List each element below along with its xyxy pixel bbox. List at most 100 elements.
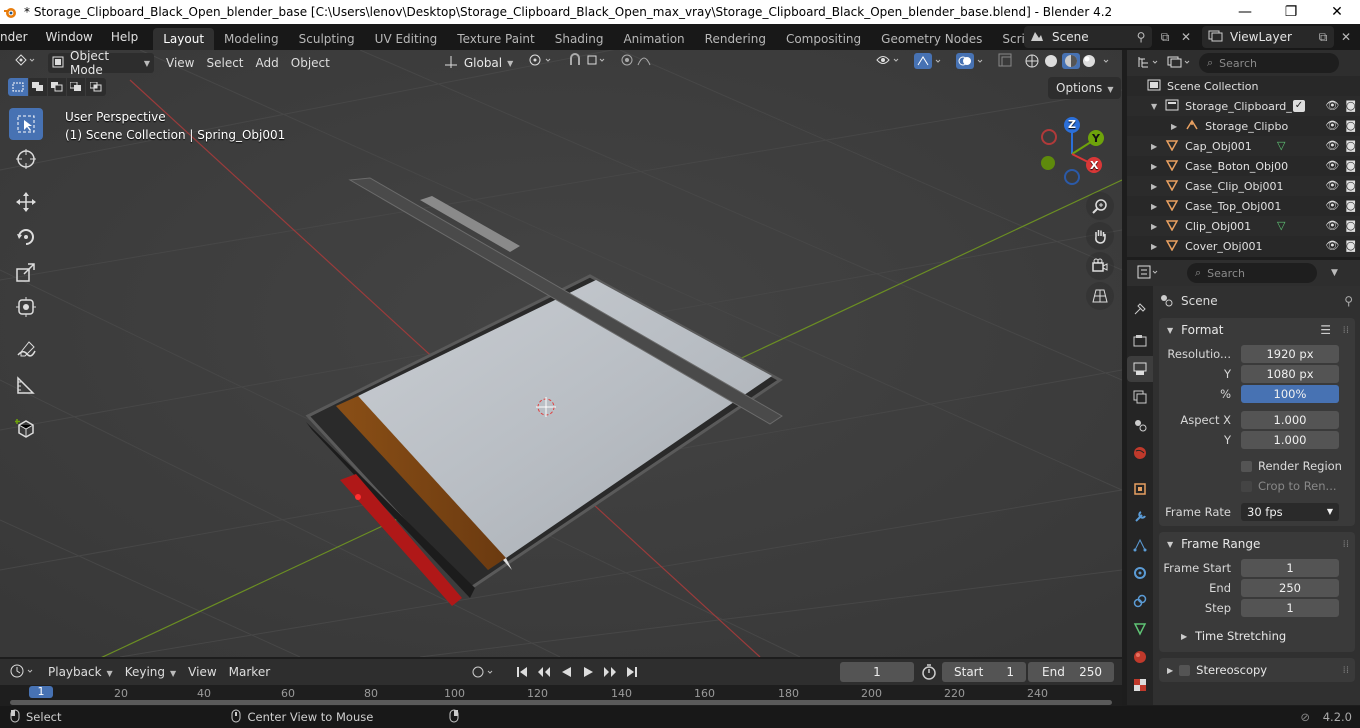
overlays-toggle-icon[interactable] — [950, 53, 992, 73]
timeline-menu-keying[interactable]: Keying ▼ — [119, 662, 182, 682]
pin-scene-icon[interactable]: ⚲ — [1131, 27, 1151, 47]
time-stretching-subpanel[interactable]: ▶ Time Stretching — [1159, 624, 1355, 648]
frame-step-field[interactable]: 1 — [1241, 599, 1339, 617]
timeline-scrollbar[interactable] — [10, 700, 1112, 705]
transform-orientation-dropdown[interactable]: Global ▼ — [440, 53, 516, 73]
render-region-checkbox[interactable] — [1241, 460, 1252, 472]
rotate-tool[interactable] — [9, 221, 43, 253]
chevron-right-icon[interactable]: ▶ — [1151, 182, 1157, 191]
eye-icon[interactable]: 👁 — [1325, 219, 1339, 232]
resolution-y-field[interactable]: 1080 px — [1241, 365, 1339, 383]
tab-uv-editing[interactable]: UV Editing — [365, 28, 448, 50]
chevron-down-icon[interactable]: ▼ — [1151, 102, 1157, 111]
list-item[interactable]: ▶ Cover_Obj001 👁 ◙ — [1127, 236, 1360, 256]
drag-handle-icon[interactable]: ⁞⁞ — [1343, 325, 1349, 336]
select-subtract-icon[interactable] — [48, 78, 66, 96]
camera-icon[interactable]: ◙ — [1345, 139, 1356, 152]
visibility-icon[interactable] — [870, 53, 908, 73]
camera-icon[interactable]: ◙ — [1345, 99, 1356, 112]
menu-blender[interactable]: nder — [0, 26, 37, 48]
include-checkbox-icon[interactable]: ✓ — [1293, 100, 1305, 112]
chevron-right-icon[interactable]: ▶ — [1151, 202, 1157, 211]
maximize-button[interactable]: ❐ — [1268, 0, 1314, 24]
tool-tab-icon[interactable] — [1127, 296, 1153, 322]
auto-keying-icon[interactable] — [470, 664, 500, 683]
select-new-icon[interactable] — [8, 78, 28, 96]
aspect-x-field[interactable]: 1.000 — [1241, 411, 1339, 429]
chevron-right-icon[interactable]: ▶ — [1151, 142, 1157, 151]
timeline-menu-playback[interactable]: Playback ▼ — [42, 662, 119, 682]
options-dropdown[interactable]: Options ▼ — [1048, 77, 1122, 99]
pivot-point-icon[interactable] — [522, 53, 562, 73]
modifier-tab-icon[interactable] — [1127, 504, 1153, 530]
list-item[interactable]: Scene Collection — [1127, 76, 1360, 96]
eye-icon[interactable]: 👁 — [1325, 119, 1339, 132]
gizmo-toggle-icon[interactable] — [908, 53, 950, 73]
menu-window[interactable]: Window — [37, 26, 102, 48]
measure-tool[interactable] — [9, 369, 43, 401]
stereoscopy-panel-header[interactable]: ▶ Stereoscopy ⁞⁞ — [1159, 658, 1355, 682]
add-cube-tool[interactable] — [9, 412, 43, 444]
eye-icon[interactable]: 👁 — [1325, 239, 1339, 252]
select-invert-icon[interactable] — [67, 78, 85, 96]
select-box-tool[interactable] — [9, 108, 43, 140]
transform-tool[interactable] — [9, 291, 43, 323]
jump-to-keyframe-forward-icon[interactable] — [600, 662, 620, 682]
zoom-icon[interactable] — [1086, 192, 1114, 220]
camera-icon[interactable]: ◙ — [1345, 179, 1356, 192]
particles-tab-icon[interactable] — [1127, 532, 1153, 558]
frame-range-panel-header[interactable]: ▼ Frame Range ⁞⁞ — [1159, 532, 1355, 556]
new-scene-icon[interactable]: ⧉ — [1155, 27, 1175, 47]
crop-to-render-checkbox[interactable] — [1241, 480, 1252, 492]
pin-icon[interactable]: ⚲ — [1344, 294, 1353, 308]
list-item[interactable]: ▶ Clip_Obj001 ▽ 👁 ◙ — [1127, 216, 1360, 236]
play-icon[interactable] — [578, 662, 598, 682]
delete-scene-icon[interactable]: ✕ — [1176, 27, 1196, 47]
select-intersect-icon[interactable] — [86, 78, 106, 96]
playhead[interactable]: 1 — [29, 686, 53, 698]
tab-layout[interactable]: Layout — [153, 28, 215, 50]
annotate-tool[interactable] — [9, 334, 43, 366]
mode-dropdown[interactable]: Object Mode ▼ — [48, 50, 154, 77]
network-icon[interactable]: ⊘ — [1300, 710, 1310, 724]
tab-rendering[interactable]: Rendering — [695, 28, 776, 50]
viewport-menu-select[interactable]: Select — [200, 53, 249, 73]
outliner-search-input[interactable]: ⌕ Search — [1199, 53, 1339, 73]
shading-modes-icon[interactable] — [1018, 53, 1122, 73]
chevron-right-icon[interactable]: ▶ — [1151, 242, 1157, 251]
perspective-toggle-icon[interactable] — [1086, 282, 1114, 310]
timeline-menu-marker[interactable]: Marker — [223, 662, 276, 682]
frame-start-field[interactable]: 1 — [1241, 559, 1339, 577]
chevron-down-icon[interactable]: ▼ — [1331, 268, 1338, 278]
viewport-menu-view[interactable]: View — [160, 53, 200, 73]
chevron-right-icon[interactable]: ▶ — [1151, 162, 1157, 171]
scale-tool[interactable] — [9, 256, 43, 288]
scene-tab-icon[interactable] — [1127, 412, 1153, 438]
tab-animation[interactable]: Animation — [613, 28, 694, 50]
list-item[interactable]: ▶ Case_Boton_Obj00 👁 ◙ — [1127, 156, 1360, 176]
view-layer-tab-icon[interactable] — [1127, 384, 1153, 410]
render-tab-icon[interactable] — [1127, 328, 1153, 354]
physics-tab-icon[interactable] — [1127, 560, 1153, 586]
aspect-y-field[interactable]: 1.000 — [1241, 431, 1339, 449]
select-extend-icon[interactable] — [29, 78, 47, 96]
tab-texture-paint[interactable]: Texture Paint — [447, 28, 544, 50]
end-frame-field[interactable]: End 250 — [1028, 662, 1114, 682]
proportional-editing-icon[interactable] — [614, 53, 666, 73]
outliner-editor-type-icon[interactable] — [1137, 55, 1167, 72]
camera-icon[interactable]: ◙ — [1345, 219, 1356, 232]
jump-to-end-icon[interactable] — [622, 662, 642, 682]
menu-help[interactable]: Help — [102, 26, 147, 48]
output-tab-icon[interactable] — [1127, 356, 1153, 382]
start-frame-field[interactable]: Start 1 — [942, 662, 1026, 682]
tab-compositing[interactable]: Compositing — [776, 28, 871, 50]
tab-geometry-nodes[interactable]: Geometry Nodes — [871, 28, 992, 50]
frame-end-field[interactable]: 250 — [1241, 579, 1339, 597]
display-mode-icon[interactable] — [1167, 55, 1197, 72]
cursor-tool[interactable] — [9, 143, 43, 175]
format-panel-header[interactable]: ▼ Format ☰ ⁞⁞ — [1159, 318, 1355, 342]
material-tab-icon[interactable] — [1127, 644, 1153, 670]
camera-icon[interactable]: ◙ — [1345, 199, 1356, 212]
jump-to-keyframe-back-icon[interactable] — [534, 662, 554, 682]
3d-viewport[interactable]: Z Y X Object Mode ▼ View Select Add Obje… — [0, 50, 1122, 657]
